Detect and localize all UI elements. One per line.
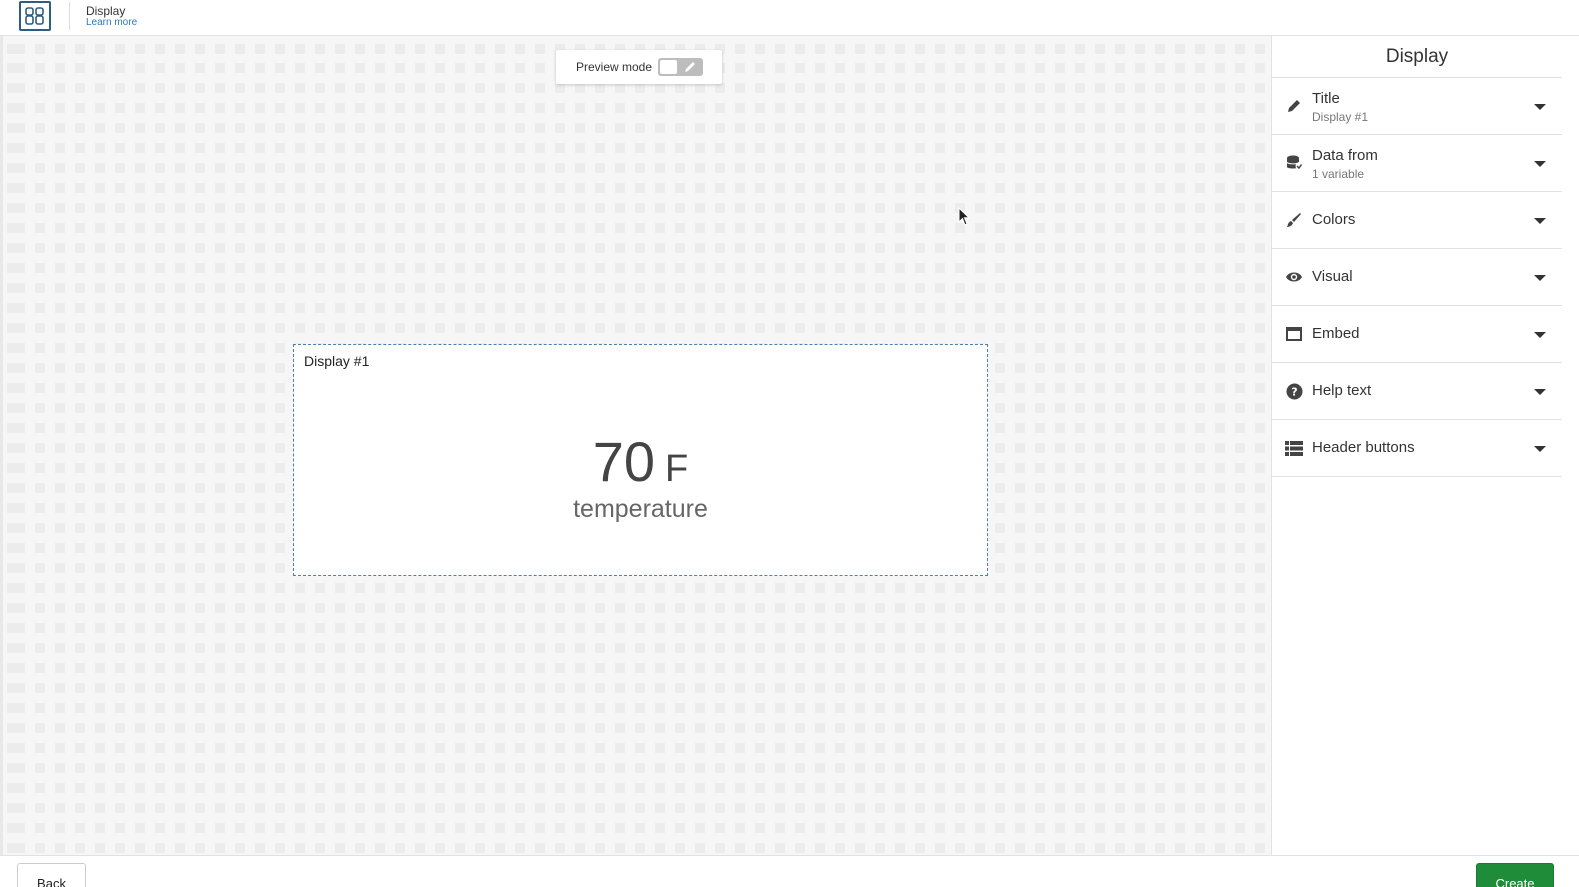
pencil-icon — [1285, 97, 1303, 115]
section-embed[interactable]: Embed — [1272, 306, 1562, 363]
chevron-down-icon — [1534, 332, 1546, 338]
widget-value: 70 — [592, 430, 656, 493]
top-header: Display Learn more — [0, 0, 1579, 36]
panel-scrollbar[interactable] — [1562, 36, 1579, 855]
preview-mode-toggle[interactable] — [658, 58, 703, 76]
chevron-down-icon — [1534, 446, 1546, 452]
page-title: Display — [86, 4, 126, 18]
chevron-down-icon — [1534, 218, 1546, 224]
widget-unit: F — [665, 448, 689, 490]
section-label: Colors — [1312, 211, 1356, 228]
list-icon — [1285, 439, 1303, 457]
section-label: Visual — [1312, 268, 1353, 285]
brush-icon — [1285, 211, 1303, 229]
chevron-down-icon — [1534, 161, 1546, 167]
panel-title: Display — [1272, 36, 1562, 78]
preview-mode-label: Preview mode — [576, 60, 653, 74]
preview-mode-control: Preview mode — [556, 50, 722, 84]
pencil-icon — [685, 62, 695, 72]
display-widget[interactable]: Display #1 70 F temperature — [293, 344, 988, 576]
section-help-text[interactable]: ? Help text — [1272, 363, 1562, 420]
widget-value-row: 70 F — [294, 429, 987, 494]
database-icon — [1285, 154, 1303, 172]
eye-icon — [1285, 268, 1303, 286]
settings-panel: Display Title Display #1 Data from 1 var… — [1271, 36, 1562, 855]
section-label: Help text — [1312, 382, 1372, 399]
widget-title: Display #1 — [304, 353, 370, 369]
mouse-cursor-icon — [958, 207, 971, 226]
widget-variable-name: temperature — [573, 495, 708, 523]
widget-canvas: Preview mode Display #1 70 F temperature — [0, 36, 1271, 855]
display-widget-icon — [19, 1, 51, 31]
svg-text:?: ? — [1291, 385, 1297, 398]
bottom-action-bar: Back Create — [0, 855, 1579, 887]
section-colors[interactable]: Colors — [1272, 192, 1562, 249]
section-label: Data from — [1312, 147, 1378, 164]
section-summary: 1 variable — [1312, 167, 1365, 181]
back-button[interactable]: Back — [17, 863, 86, 887]
chevron-down-icon — [1534, 104, 1546, 110]
toggle-knob — [660, 60, 677, 74]
section-visual[interactable]: Visual — [1272, 249, 1562, 306]
section-label: Title — [1312, 90, 1340, 107]
create-button[interactable]: Create — [1476, 863, 1554, 887]
section-label: Header buttons — [1312, 439, 1415, 456]
section-header-buttons[interactable]: Header buttons — [1272, 420, 1562, 477]
header-divider — [69, 2, 70, 30]
question-circle-icon: ? — [1285, 382, 1303, 400]
section-title[interactable]: Title Display #1 — [1272, 78, 1562, 135]
window-icon — [1285, 325, 1303, 343]
section-data-from[interactable]: Data from 1 variable — [1272, 135, 1562, 192]
chevron-down-icon — [1534, 389, 1546, 395]
chevron-down-icon — [1534, 275, 1546, 281]
section-summary: Display #1 — [1312, 110, 1369, 124]
section-label: Embed — [1312, 325, 1360, 342]
learn-more-link[interactable]: Learn more — [86, 17, 137, 28]
